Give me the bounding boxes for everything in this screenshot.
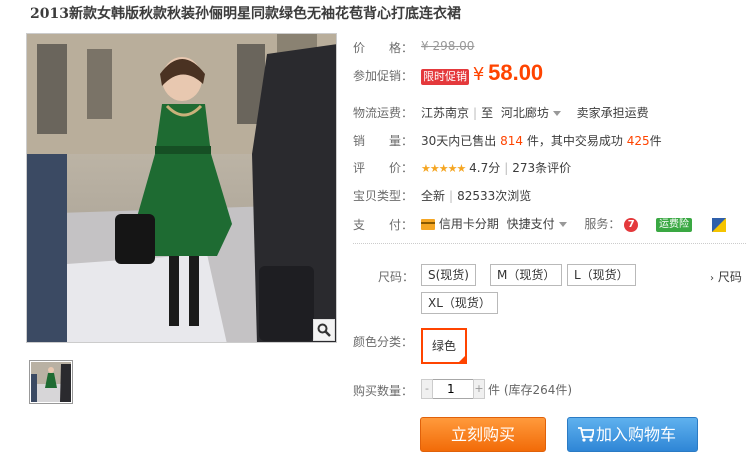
zoom-button[interactable]	[313, 319, 335, 341]
payment-info: 信用卡分期 快捷支付 服务： 7 运费险	[421, 215, 726, 232]
decrement-button[interactable]: -	[421, 379, 433, 399]
rating-label: 评 价：	[353, 161, 414, 175]
separator: |	[449, 189, 454, 203]
separator: |	[504, 161, 509, 175]
shipping-dest: 河北廊坊	[500, 106, 549, 120]
warranty-icon[interactable]	[711, 217, 726, 232]
rating-score: 4.7分	[469, 161, 501, 175]
buy-now-button[interactable]: 立刻购买	[420, 417, 546, 452]
type-label: 宝贝类型：	[353, 189, 414, 203]
shipping-to: 至	[481, 106, 494, 120]
color-option-label: 绿色	[431, 339, 456, 353]
product-title: 2013新款女韩版秋款秋装孙俪明星同款绿色无袖花苞背心打底连衣裙	[30, 6, 461, 22]
size-chart-link[interactable]: › 尺码	[710, 268, 742, 285]
reviews-link[interactable]: 273条评价	[512, 161, 571, 175]
separator: |	[473, 106, 478, 120]
view-count: 82533次浏览	[457, 189, 532, 203]
sales-label: 销 量：	[353, 134, 414, 148]
size-option-s[interactable]: S(现货)	[421, 264, 476, 286]
type-info: 全新 | 82533次浏览	[421, 187, 531, 204]
quick-pay[interactable]: 快捷支付	[507, 217, 555, 231]
shipping-from: 江苏南京	[421, 106, 470, 120]
quantity-stepper: - + 件 (库存264件)	[421, 379, 572, 399]
size-option-xl[interactable]: XL（现货）	[421, 292, 498, 314]
add-to-cart-label: 加入购物车	[596, 425, 677, 444]
success-count: 425	[626, 134, 650, 148]
payment-label: 支 付：	[353, 218, 414, 232]
increment-button[interactable]: +	[473, 379, 485, 399]
stock-info: 件 (库存264件)	[488, 382, 573, 397]
sales-mid: 件，其中交易成功	[526, 134, 623, 148]
price-label: 价 格：	[353, 41, 414, 55]
item-condition: 全新	[421, 189, 446, 203]
chevron-right-icon: ›	[710, 273, 714, 284]
section-divider	[353, 243, 746, 244]
cart-icon	[578, 427, 594, 442]
credit-card-icon	[421, 219, 435, 230]
promo-tag: 限时促销	[421, 69, 469, 85]
shipping-dest-select[interactable]: 河北廊坊	[501, 106, 565, 120]
service-label: 服务：	[584, 217, 621, 231]
promo-price-group: 限时促销 ¥ 58.00	[421, 60, 543, 86]
star-rating-icon: ★★★★★	[421, 162, 466, 175]
size-label: 尺码：	[378, 270, 415, 284]
shipping-insurance-badge[interactable]: 运费险	[656, 217, 693, 232]
shipping-fee: 卖家承担运费	[576, 106, 649, 120]
size-option-l[interactable]: L（现货）	[567, 264, 636, 286]
promo-price: 58.00	[488, 60, 544, 85]
magnifier-icon	[317, 323, 331, 337]
original-price: ¥ 298.00	[421, 39, 475, 53]
promo-label: 参加促销：	[353, 69, 414, 83]
color-option-green[interactable]: 绿色	[421, 328, 467, 364]
size-chart-label: 尺码	[717, 270, 742, 284]
quantity-label: 购买数量：	[353, 384, 414, 398]
product-thumbnail[interactable]	[29, 360, 73, 404]
shipping-info: 江苏南京 | 至 河北廊坊 卖家承担运费	[421, 104, 649, 121]
selected-check-icon	[457, 354, 467, 364]
add-to-cart-button[interactable]: 加入购物车	[567, 417, 698, 452]
sales-suffix: 件	[649, 134, 662, 148]
shipping-label: 物流运费：	[353, 106, 414, 120]
sales-info: 30天内已售出 814 件，其中交易成功 425件	[421, 132, 662, 149]
thumbnail-photo	[31, 362, 71, 402]
size-option-m[interactable]: M（现货）	[490, 264, 563, 286]
sales-count: 814	[500, 134, 524, 148]
quantity-input[interactable]	[433, 379, 473, 399]
product-photo	[27, 34, 336, 342]
rating-info: ★★★★★ 4.7分 | 273条评价	[421, 159, 571, 176]
credit-installment[interactable]: 信用卡分期	[439, 217, 499, 231]
chevron-down-icon[interactable]	[558, 221, 567, 228]
seven-day-return-icon[interactable]: 7	[624, 217, 639, 232]
chevron-down-icon	[552, 110, 561, 116]
product-main-image[interactable]	[26, 33, 337, 343]
color-label: 颜色分类：	[353, 335, 414, 349]
sales-prefix: 30天内已售出	[421, 134, 497, 148]
currency-symbol: ¥	[472, 64, 485, 85]
